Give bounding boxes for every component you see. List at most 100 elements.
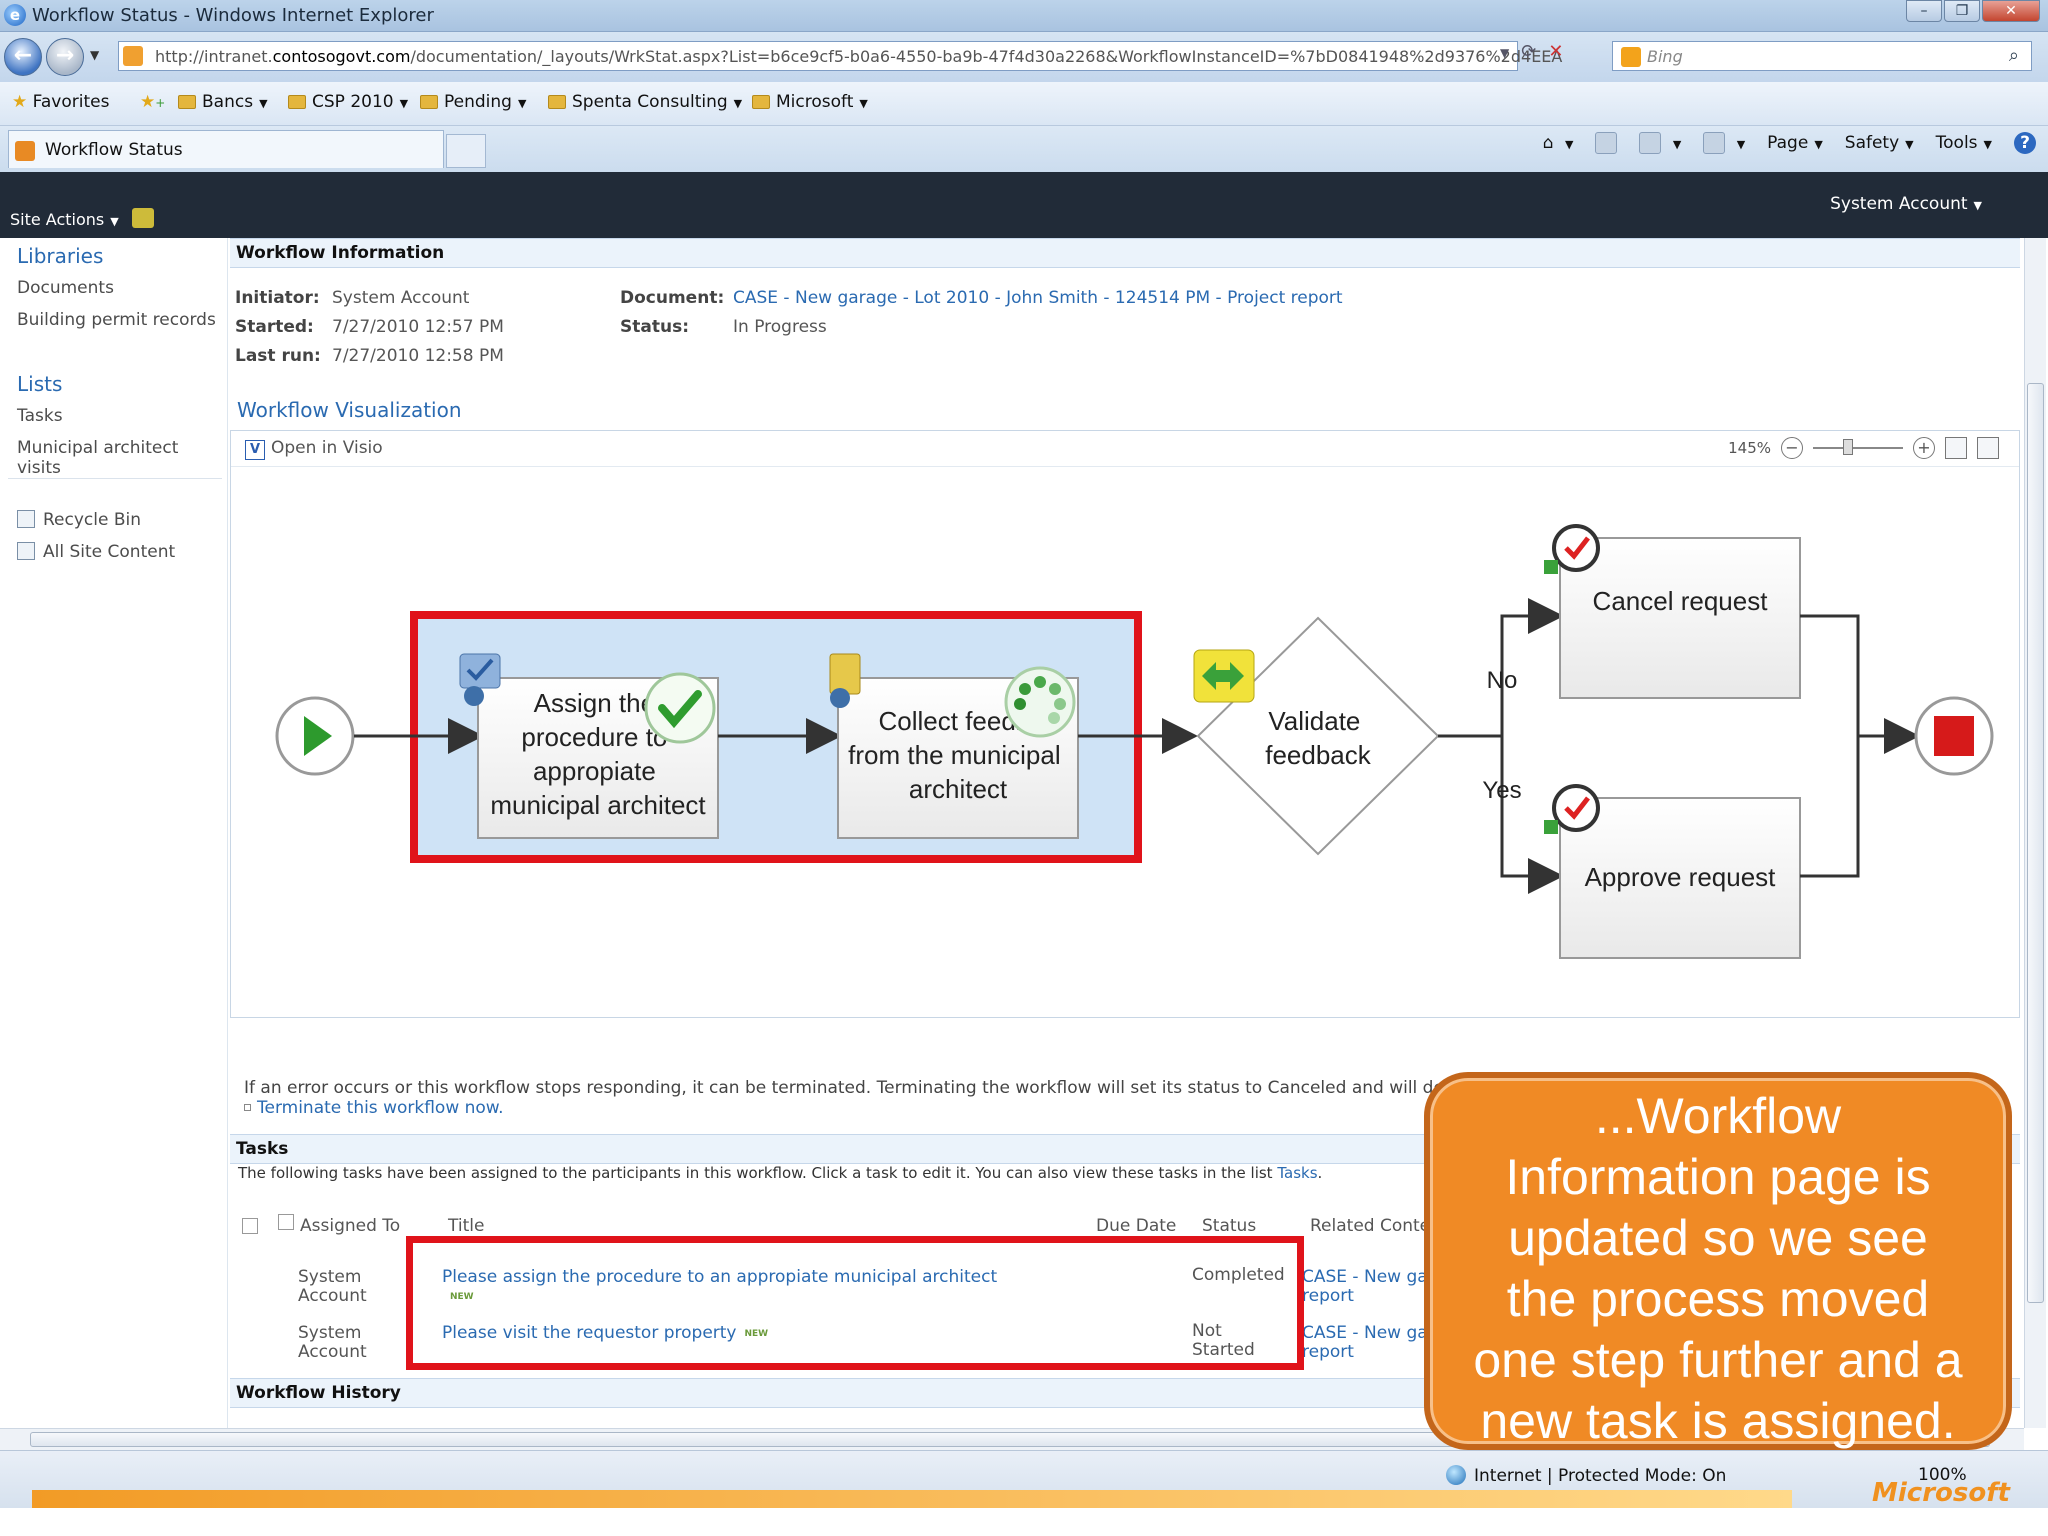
new-tab-button[interactable]: [446, 134, 486, 168]
task-row-1-assigned: System Account: [298, 1267, 367, 1306]
folder-icon: [548, 95, 566, 109]
nav-documents[interactable]: Documents: [17, 278, 114, 298]
minimize-button[interactable]: –: [1906, 0, 1942, 22]
stop-icon[interactable]: ✕: [1548, 41, 1563, 65]
initiator-label: Initiator:: [235, 288, 320, 308]
window-controls: – ❐ ✕: [1906, 0, 2040, 26]
column-related-content[interactable]: Related Conte: [1310, 1216, 1430, 1236]
safety-menu[interactable]: Safety ▼: [1845, 133, 1914, 153]
task-row-1-related[interactable]: CASE - New ga report: [1302, 1268, 1428, 1306]
recycle-bin-icon: [17, 510, 35, 528]
collect-line-3: architect: [909, 774, 1008, 804]
history-dropdown-icon[interactable]: ▼: [90, 48, 99, 62]
validate-line-1: Validate: [1268, 706, 1360, 736]
task-row-2-related[interactable]: CASE - New ga report: [1302, 1324, 1428, 1362]
search-placeholder: Bing: [1647, 47, 1683, 66]
document-link[interactable]: CASE - New garage - Lot 2010 - John Smit…: [733, 288, 1343, 308]
forward-button[interactable]: →: [46, 38, 84, 76]
visio-web-part: V Open in Visio 145% − + Assign the proc…: [230, 430, 2020, 1018]
vertical-scrollbar[interactable]: [2024, 238, 2046, 1428]
bing-icon: [1621, 47, 1641, 67]
site-content-icon: [17, 542, 35, 560]
column-title[interactable]: Title: [448, 1216, 484, 1236]
assigned-to-checkbox[interactable]: [278, 1214, 294, 1230]
search-icon[interactable]: ⌕: [2009, 45, 2019, 66]
fit-to-window-icon[interactable]: [1945, 437, 1967, 459]
cancel-label: Cancel request: [1593, 586, 1769, 616]
microsoft-logo: Microsoft: [1872, 1478, 2010, 1508]
bullet-icon: [244, 1104, 251, 1111]
column-due-date[interactable]: Due Date: [1096, 1216, 1176, 1236]
maximize-button[interactable]: ❐: [1944, 0, 1980, 22]
tools-menu[interactable]: Tools ▼: [1936, 133, 1992, 153]
column-status[interactable]: Status: [1202, 1216, 1256, 1236]
window-titlebar: e Workflow Status - Windows Internet Exp…: [0, 0, 2048, 32]
nav-building-permit-records[interactable]: Building permit records: [17, 310, 216, 330]
task-row-2-assigned: System Account: [298, 1323, 367, 1362]
nav-municipal-architect-visits[interactable]: Municipal architect visits: [17, 438, 227, 478]
tab-label: Workflow Status: [45, 140, 183, 160]
column-assigned-to[interactable]: Assigned To: [300, 1216, 400, 1236]
initiator-value: System Account: [332, 288, 470, 308]
folder-icon: [288, 95, 306, 109]
callout-text: ...Workflow Information page is updated …: [1473, 1088, 1963, 1449]
tab-row: Workflow Status ⌂ ▼ ▼ ▼ Page ▼ Safety ▼ To…: [0, 126, 2048, 172]
read-mail-icon[interactable]: ▼: [1639, 132, 1681, 154]
step-validate-feedback[interactable]: Validate feedback: [1193, 616, 1440, 856]
address-url[interactable]: http://intranet.contosogovt.com/document…: [155, 47, 1562, 66]
step-cancel-request[interactable]: Cancel request: [1544, 524, 1801, 699]
refresh-diagram-icon[interactable]: [1977, 437, 1999, 459]
tab-workflow-status[interactable]: Workflow Status: [8, 130, 444, 168]
zoom-out-icon[interactable]: −: [1781, 437, 1803, 459]
nav-recycle-bin[interactable]: Recycle Bin: [17, 510, 141, 530]
nav-libraries[interactable]: Libraries: [17, 244, 103, 268]
step-assign-procedure[interactable]: Assign the procedure to appropiate munic…: [459, 653, 719, 839]
quick-launch: Libraries Documents Building permit reco…: [0, 238, 228, 1438]
sharepoint-ribbon: Site Actions ▼ System Account ▼: [0, 172, 2048, 238]
started-label: Started:: [235, 317, 314, 337]
address-bar[interactable]: http://intranet.contosogovt.com/document…: [118, 41, 1562, 71]
back-button[interactable]: ←: [4, 38, 42, 76]
security-zone[interactable]: Internet | Protected Mode: On: [1446, 1465, 1726, 1486]
terminate-workflow-link[interactable]: Terminate this workflow now.: [244, 1098, 504, 1118]
nav-all-site-content[interactable]: All Site Content: [17, 542, 175, 562]
zoom-in-icon[interactable]: +: [1913, 437, 1935, 459]
user-menu[interactable]: System Account ▼: [1830, 194, 1982, 214]
assign-line-2: procedure to: [521, 722, 667, 752]
address-dropdown-icon[interactable]: ▼: [1500, 41, 1509, 65]
favorites-button[interactable]: ★ Favorites: [12, 92, 109, 112]
refresh-icon[interactable]: ⟳: [1521, 41, 1536, 65]
status-update-icon: [1544, 784, 1600, 834]
zoom-slider[interactable]: [1813, 439, 1903, 455]
favorite-folder-bancs[interactable]: Bancs ▼: [178, 92, 268, 112]
start-node: [275, 696, 355, 776]
page-menu[interactable]: Page ▼: [1767, 133, 1823, 153]
navigate-up-icon[interactable]: [132, 208, 154, 228]
sharepoint-tab-icon: [15, 141, 35, 161]
close-button[interactable]: ✕: [1982, 0, 2040, 22]
print-icon[interactable]: ▼: [1703, 132, 1745, 154]
nav-lists[interactable]: Lists: [17, 372, 62, 396]
add-favorite-icon[interactable]: ★+: [140, 92, 165, 112]
status-value: In Progress: [733, 317, 827, 337]
favorite-folder-spenta[interactable]: Spenta Consulting ▼: [548, 92, 742, 112]
search-box[interactable]: Bing ⌕: [1612, 41, 2032, 71]
favorite-folder-microsoft[interactable]: Microsoft ▼: [752, 92, 868, 112]
step-collect-feedback[interactable]: Collect feedb from the municipal archite…: [829, 653, 1079, 839]
open-in-visio-button[interactable]: V Open in Visio: [245, 438, 383, 460]
tasks-list-link[interactable]: Tasks: [1277, 1164, 1317, 1182]
folder-icon: [752, 95, 770, 109]
branch-yes-label: Yes: [1482, 777, 1521, 804]
home-icon[interactable]: ⌂ ▼: [1543, 133, 1574, 153]
favorites-bar: ★ Favorites ★+ Bancs ▼ CSP 2010 ▼ Pending ▼…: [0, 82, 2048, 126]
step-approve-request[interactable]: Approve request: [1544, 784, 1801, 959]
favorite-folder-pending[interactable]: Pending ▼: [420, 92, 526, 112]
favorite-folder-csp2010[interactable]: CSP 2010 ▼: [288, 92, 408, 112]
site-actions-menu[interactable]: Site Actions ▼: [10, 210, 119, 229]
feeds-icon[interactable]: [1595, 132, 1618, 154]
help-icon[interactable]: ?: [2014, 132, 2036, 154]
tasks-description: The following tasks have been assigned t…: [238, 1164, 1323, 1182]
nav-tasks[interactable]: Tasks: [17, 406, 63, 426]
visio-icon: V: [245, 440, 265, 460]
select-all-checkbox[interactable]: [242, 1218, 258, 1234]
